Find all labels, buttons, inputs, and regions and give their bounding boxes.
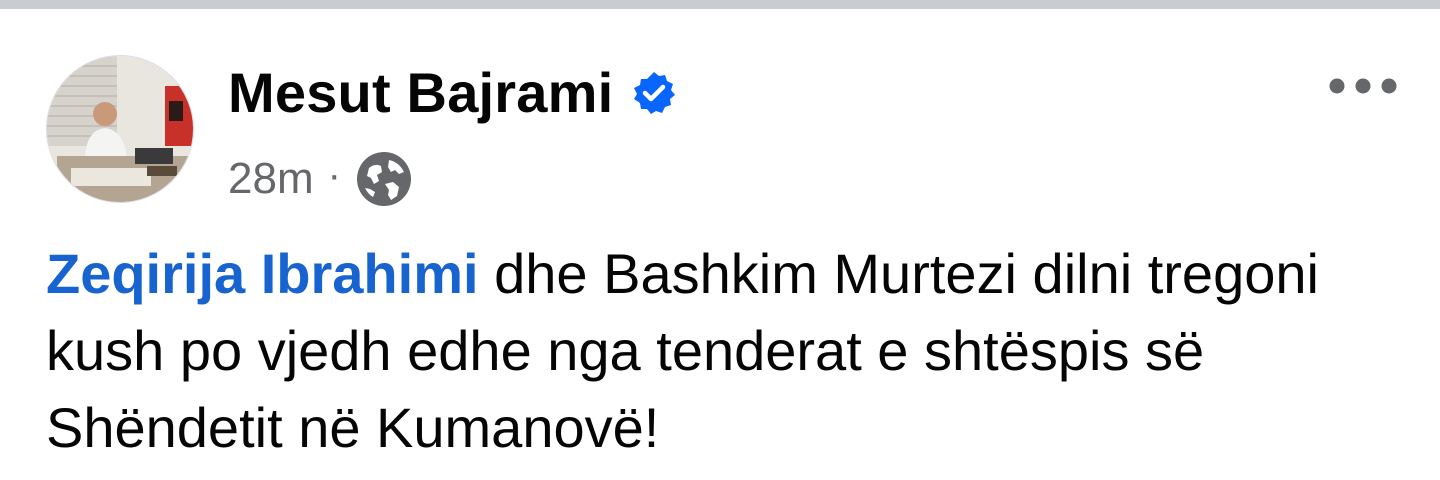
more-horizontal-icon (1329, 78, 1397, 94)
meta-separator: · (327, 153, 341, 197)
more-options-button[interactable] (1318, 61, 1408, 111)
post-meta: 28m · (228, 149, 413, 209)
top-divider (0, 0, 1440, 9)
avatar-photo (47, 56, 193, 202)
verified-badge-icon (631, 70, 677, 116)
post-body: Zeqirija Ibrahimi dhe Bashkim Murtezi di… (46, 235, 1406, 466)
author-name[interactable]: Mesut Bajrami (228, 65, 613, 121)
author-row: Mesut Bajrami (228, 55, 677, 131)
author-avatar[interactable] (46, 55, 194, 203)
post-card: Mesut Bajrami 28m · Zeqirija Ibrahimi dh… (0, 9, 1440, 480)
globe-icon[interactable] (355, 150, 413, 208)
mention-link[interactable]: Zeqirija Ibrahimi (46, 242, 479, 305)
post-timestamp[interactable]: 28m (228, 157, 314, 201)
